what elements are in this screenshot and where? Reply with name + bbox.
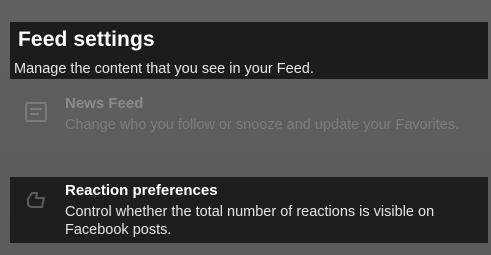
news-feed-icon (22, 98, 50, 126)
settings-item-description: Control whether the total number of reac… (65, 204, 435, 238)
settings-item-reaction-preferences[interactable]: Reaction preferences Control whether the… (10, 177, 488, 243)
dimmed-overlay: Feed settings Manage the content that yo… (0, 0, 491, 255)
reaction-icon (22, 185, 50, 213)
feed-settings-header: Feed settings Manage the content that yo… (10, 22, 488, 79)
top-strip (0, 0, 491, 18)
page-subtitle: Manage the content that you see in your … (14, 61, 314, 77)
settings-item-title: Reaction preferences (65, 182, 218, 199)
page-title: Feed settings (18, 28, 155, 51)
settings-item-description: Change who you follow or snooze and upda… (65, 117, 460, 133)
settings-item-news-feed[interactable]: News Feed Change who you follow or snooz… (10, 90, 488, 158)
settings-item-title: News Feed (65, 95, 144, 112)
